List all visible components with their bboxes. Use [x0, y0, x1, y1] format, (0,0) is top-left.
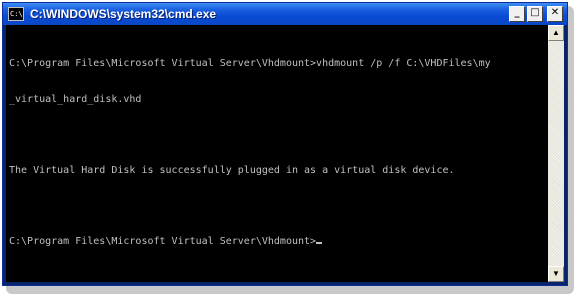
cmd-app-icon[interactable]: C:\	[8, 7, 24, 21]
window-controls: _ □ ✕	[509, 6, 563, 22]
window-title: C:\WINDOWS\system32\cmd.exe	[30, 7, 217, 21]
console-output[interactable]: C:\Program Files\Microsoft Virtual Serve…	[6, 25, 548, 282]
console-line: C:\Program Files\Microsoft Virtual Serve…	[9, 58, 491, 69]
maximize-icon: □	[530, 7, 540, 18]
minimize-icon: _	[514, 7, 520, 18]
scroll-down-button[interactable]: ▼	[548, 266, 564, 282]
console-prompt: C:\Program Files\Microsoft Virtual Serve…	[9, 236, 317, 247]
scroll-up-button[interactable]: ▲	[548, 25, 564, 41]
close-button[interactable]: ✕	[547, 6, 563, 22]
scroll-down-icon: ▼	[552, 269, 560, 278]
title-bar[interactable]: C:\ C:\WINDOWS\system32\cmd.exe _ □ ✕	[3, 3, 567, 25]
console-client-area: C:\Program Files\Microsoft Virtual Serve…	[6, 25, 564, 282]
vertical-scrollbar[interactable]: ▲ ▼	[548, 25, 564, 282]
close-icon: ✕	[550, 7, 560, 18]
cmd-window: C:\ C:\WINDOWS\system32\cmd.exe _ □ ✕ C:…	[2, 2, 568, 286]
maximize-button[interactable]: □	[527, 6, 543, 22]
console-prompt-line: C:\Program Files\Microsoft Virtual Serve…	[9, 236, 548, 248]
scrollbar-track[interactable]	[548, 41, 564, 266]
text-cursor	[316, 242, 323, 244]
console-line: The Virtual Hard Disk is successfully pl…	[9, 165, 455, 176]
minimize-button[interactable]: _	[509, 6, 525, 22]
scroll-up-icon: ▲	[552, 28, 560, 37]
console-line: _virtual_hard_disk.vhd	[9, 94, 142, 105]
